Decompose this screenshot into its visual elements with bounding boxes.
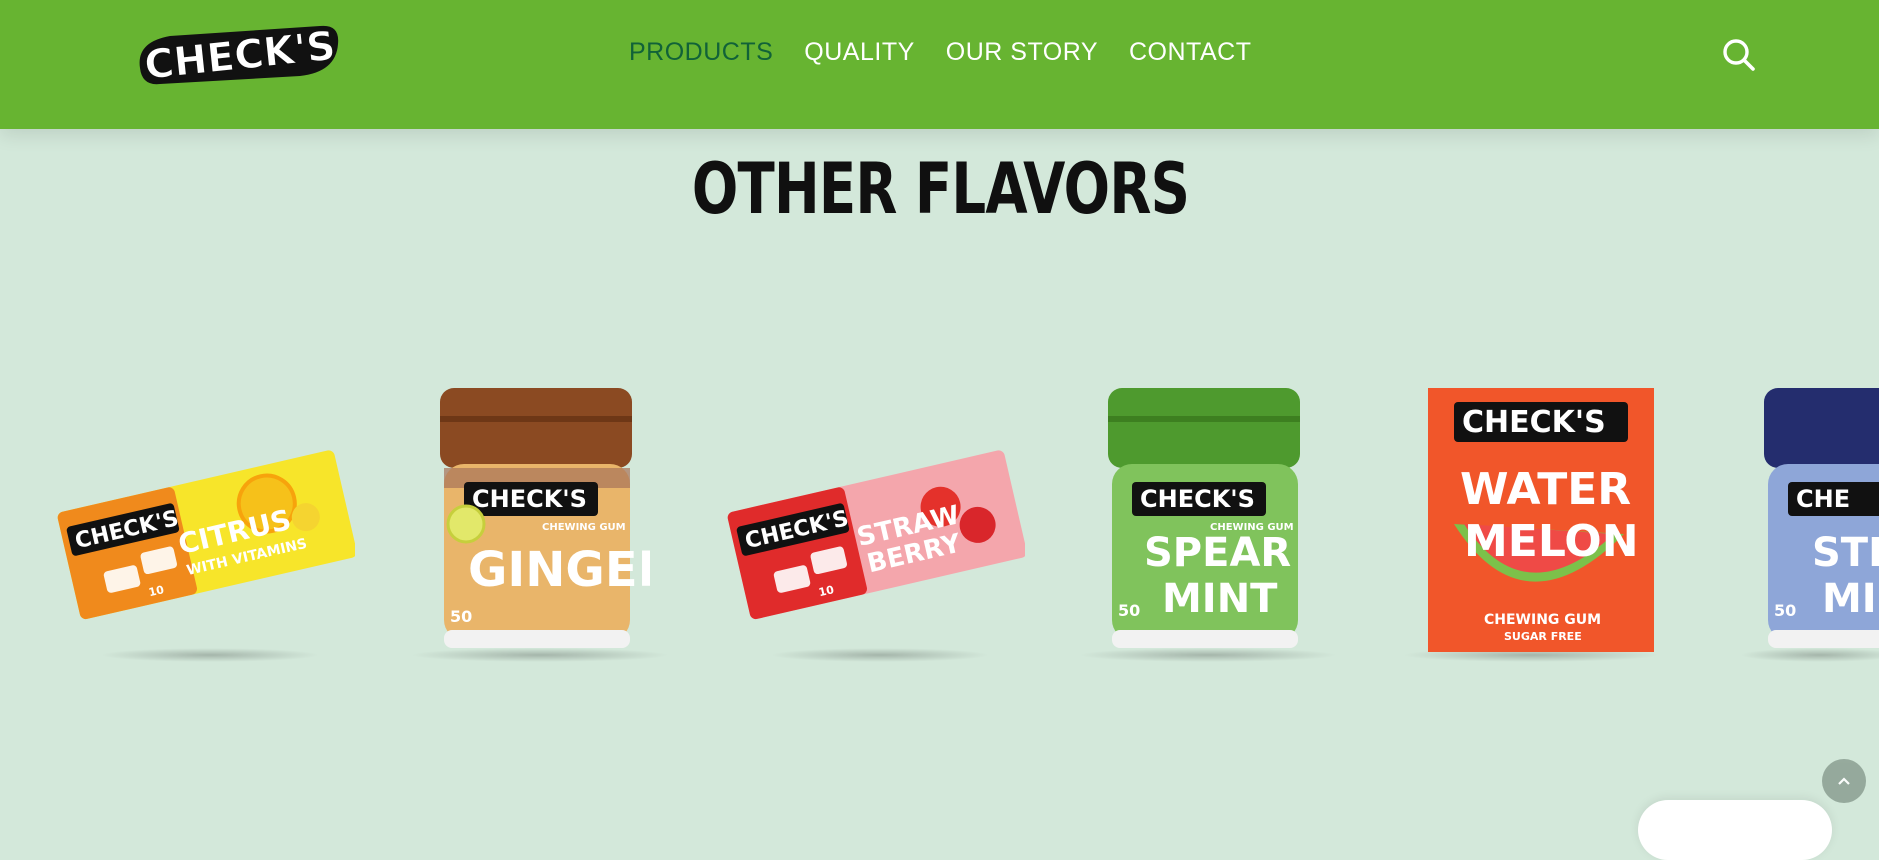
svg-text:50: 50 (450, 607, 472, 626)
svg-text:SUGAR FREE: SUGAR FREE (1504, 630, 1582, 643)
svg-text:STR: STR (1812, 530, 1879, 576)
chat-widget[interactable] (1638, 800, 1832, 860)
checks-logo[interactable]: CHECK'S (130, 22, 344, 88)
product-shadow (100, 648, 320, 662)
chevron-up-icon (1838, 777, 1850, 785)
product-ginger[interactable]: CHECK'S CHEWING GUM GINGER 50 (420, 386, 650, 656)
product-watermelon[interactable]: CHECK'S WATER MELON CHEWING GUM SUGAR FR… (1424, 384, 1656, 656)
nav-quality[interactable]: QUALITY (804, 38, 914, 67)
site-header: CHECK'S PRODUCTS QUALITY OUR STORY CONTA… (0, 0, 1879, 129)
nav-products[interactable]: PRODUCTS (629, 38, 773, 67)
svg-text:WATER: WATER (1460, 464, 1631, 515)
svg-text:50: 50 (1118, 601, 1140, 620)
product-citrus[interactable]: CHECK'S CITRUS WITH VITAMINS 10 (55, 430, 355, 620)
logo-text: CHECK'S (142, 23, 337, 88)
product-partial-jar[interactable]: CHE STR MI 50 (1762, 386, 1879, 656)
svg-text:MINT: MINT (1162, 576, 1278, 622)
search-icon[interactable] (1722, 38, 1756, 72)
product-spearmint[interactable]: CHECK'S CHEWING GUM SPEAR MINT 50 (1088, 386, 1318, 656)
svg-text:50: 50 (1774, 601, 1796, 620)
svg-text:CHECK'S: CHECK'S (1462, 405, 1606, 440)
scroll-to-top-button[interactable] (1822, 759, 1866, 803)
nav-contact[interactable]: CONTACT (1129, 38, 1251, 67)
svg-text:MELON: MELON (1464, 516, 1639, 567)
svg-text:CHEWING GUM: CHEWING GUM (1484, 612, 1601, 628)
svg-text:CHECK'S: CHECK'S (1140, 485, 1255, 513)
svg-text:CHEWING GUM: CHEWING GUM (542, 522, 626, 533)
product-strawberry[interactable]: CHECK'S STRAW BERRY 10 (725, 430, 1025, 620)
svg-text:MI: MI (1822, 576, 1877, 622)
product-shadow (770, 648, 990, 662)
main-nav: PRODUCTS QUALITY OUR STORY CONTACT (629, 38, 1282, 67)
nav-our-story[interactable]: OUR STORY (946, 38, 1098, 67)
svg-text:SPEAR: SPEAR (1144, 530, 1291, 576)
svg-text:GINGER: GINGER (468, 542, 650, 598)
svg-text:CHE: CHE (1796, 485, 1850, 513)
section-title: OTHER FLAVORS (691, 148, 1190, 230)
svg-text:CHECK'S: CHECK'S (472, 485, 587, 513)
